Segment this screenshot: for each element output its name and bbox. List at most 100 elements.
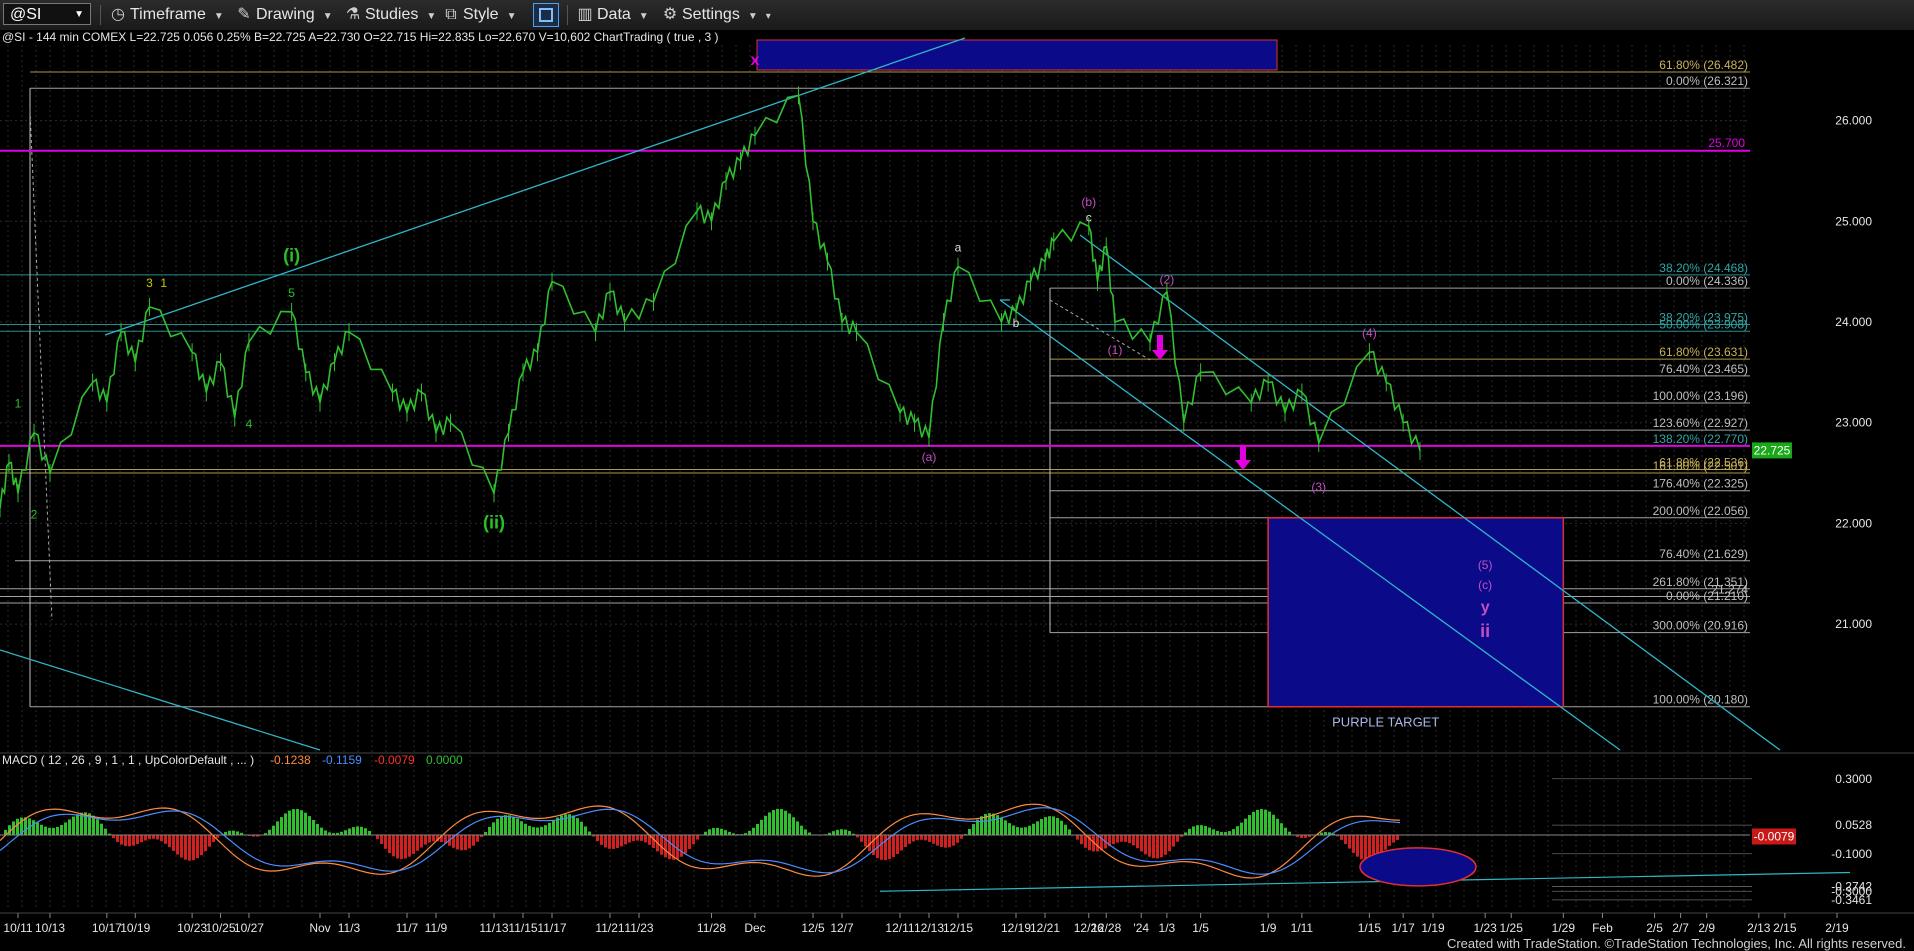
macd-hist-bar — [644, 835, 647, 843]
macd-hist-bar — [912, 835, 915, 842]
timeframe-menu[interactable]: ◷ Timeframe ▼ — [110, 4, 224, 26]
macd-hist-bar — [116, 835, 119, 842]
macd-hist-bar — [1000, 817, 1003, 835]
time-tick-label: 10/11 — [3, 921, 32, 935]
fib-level-label: 138.20% (22.770) — [1653, 432, 1748, 446]
macd-hist-bar — [956, 835, 959, 843]
macd-hist-bar — [900, 835, 903, 851]
macd-hist-bar — [880, 835, 883, 860]
macd-hist-bar — [364, 828, 367, 835]
macd-hist-bar — [524, 823, 527, 835]
macd-hist-bar — [120, 835, 123, 845]
chevron-down-icon: ▼ — [322, 11, 333, 22]
macd-hist-bar — [1120, 835, 1123, 842]
macd-highlight-ellipse — [1359, 847, 1477, 887]
macd-hist-bar — [932, 835, 935, 844]
macd-hist-bar — [424, 835, 427, 845]
macd-hist-bar — [288, 810, 291, 835]
studies-menu[interactable]: ⚗ Studies ▼ — [345, 4, 436, 26]
macd-hist-bar — [500, 816, 503, 835]
macd-hist-bar — [396, 835, 399, 859]
settings-menu[interactable]: ⚙ Settings ▼ ▾ — [662, 4, 771, 26]
time-tick-label: 2/13 — [1747, 921, 1771, 935]
macd-tick-label: 0.3000 — [1835, 772, 1872, 786]
chevron-down-icon: ▼ — [638, 11, 649, 22]
macd-hist-bar — [600, 835, 603, 845]
data-menu[interactable]: ▥ Data ▼ — [577, 4, 649, 26]
macd-hist-bar — [352, 827, 355, 835]
macd-hist-bar — [668, 835, 671, 860]
macd-hist-bar — [528, 825, 531, 835]
settings-label: Settings — [682, 6, 740, 23]
macd-hist-bar — [992, 813, 995, 835]
macd-hist-bar — [236, 831, 239, 835]
macd-hist-bar — [392, 835, 395, 857]
chevron-down-icon: ▼ — [506, 11, 517, 22]
macd-hist-bar — [636, 835, 639, 841]
macd-hist-bar — [1204, 826, 1207, 835]
style-menu[interactable]: ⧉ Style ▼ — [443, 4, 516, 26]
macd-hist-bar — [1028, 825, 1031, 835]
macd-hist-bar — [752, 827, 755, 835]
macd-hist-bar — [1248, 815, 1251, 835]
macd-hist-bar — [508, 815, 511, 835]
time-tick-label: 10/25 — [206, 921, 236, 935]
macd-hist-bar — [1024, 827, 1027, 835]
macd-hist-bar — [588, 831, 591, 835]
macd-hist-bar — [1256, 809, 1259, 835]
price-chart[interactable]: 0.00% (26.321) 61.80% (26.482) 38.20% (24.… — [0, 30, 1914, 951]
wave-label: (b) — [1081, 195, 1096, 209]
macd-hist-bar — [1212, 829, 1215, 835]
macd-hist-bar — [124, 835, 127, 847]
macd-tick-label: -0.1000 — [1831, 847, 1872, 861]
macd-hist-bar — [580, 821, 583, 835]
symbol-input[interactable]: @SI ▼ — [3, 3, 91, 25]
macd-hist-bar — [472, 835, 475, 846]
macd-hist-bar — [496, 818, 499, 835]
layout-button[interactable] — [533, 3, 559, 27]
time-tick-label: 12/19 — [1001, 921, 1031, 935]
fib-level-label: 300.00% (20.916) — [1653, 619, 1748, 633]
price-tick-label: 24.000 — [1835, 315, 1872, 329]
macd-hist-bar — [504, 815, 507, 835]
macd-hist-bar — [1068, 829, 1071, 835]
macd-hist-bar — [196, 835, 199, 859]
time-tick-label: 11/23 — [624, 921, 653, 935]
macd-hist-bar — [160, 835, 163, 842]
time-tick-label: 1/17 — [1391, 921, 1415, 935]
wave-label: (1) — [1108, 343, 1123, 357]
macd-hist-bar — [376, 835, 379, 840]
macd-hist-bar — [560, 815, 563, 835]
macd-hist-bar — [620, 835, 623, 847]
macd-hist-bar — [460, 835, 463, 851]
macd-hist-bar — [152, 835, 155, 839]
time-tick-label: 12/13 — [914, 921, 944, 935]
macd-hist-bar — [572, 815, 575, 835]
macd-hist-bar — [760, 819, 763, 835]
time-tick-label: 11/28 — [697, 921, 726, 935]
macd-hist-bar — [60, 825, 63, 835]
macd-hist-bar — [1012, 825, 1015, 835]
macd-hist-bar — [800, 825, 803, 835]
macd-hist-bar — [1132, 835, 1135, 846]
macd-hist-bar — [360, 826, 363, 835]
wave-label: 3 — [146, 276, 153, 290]
drawing-menu[interactable]: ✎ Drawing ▼ — [236, 4, 333, 26]
macd-hist-bar — [756, 823, 759, 835]
macd-hist-bar — [784, 810, 787, 835]
macd-hist-bar — [40, 824, 43, 835]
macd-hist-bar — [72, 816, 75, 835]
macd-hist-bar — [904, 835, 907, 847]
macd-hist-bar — [180, 835, 183, 858]
macd-hist-bar — [712, 828, 715, 835]
chevron-down-icon: ▼ — [74, 9, 84, 20]
wave-label: (3) — [1311, 480, 1326, 494]
macd-hist-bar — [1252, 811, 1255, 835]
macd-hist-bar — [608, 835, 611, 849]
macd-hist-bar — [36, 822, 39, 835]
macd-hist-bar — [1016, 827, 1019, 835]
macd-hist-bar — [1096, 835, 1099, 852]
time-tick-label: 1/5 — [1192, 921, 1209, 935]
time-tick-label: 11/15 — [508, 921, 537, 935]
macd-hist-bar — [316, 823, 319, 835]
